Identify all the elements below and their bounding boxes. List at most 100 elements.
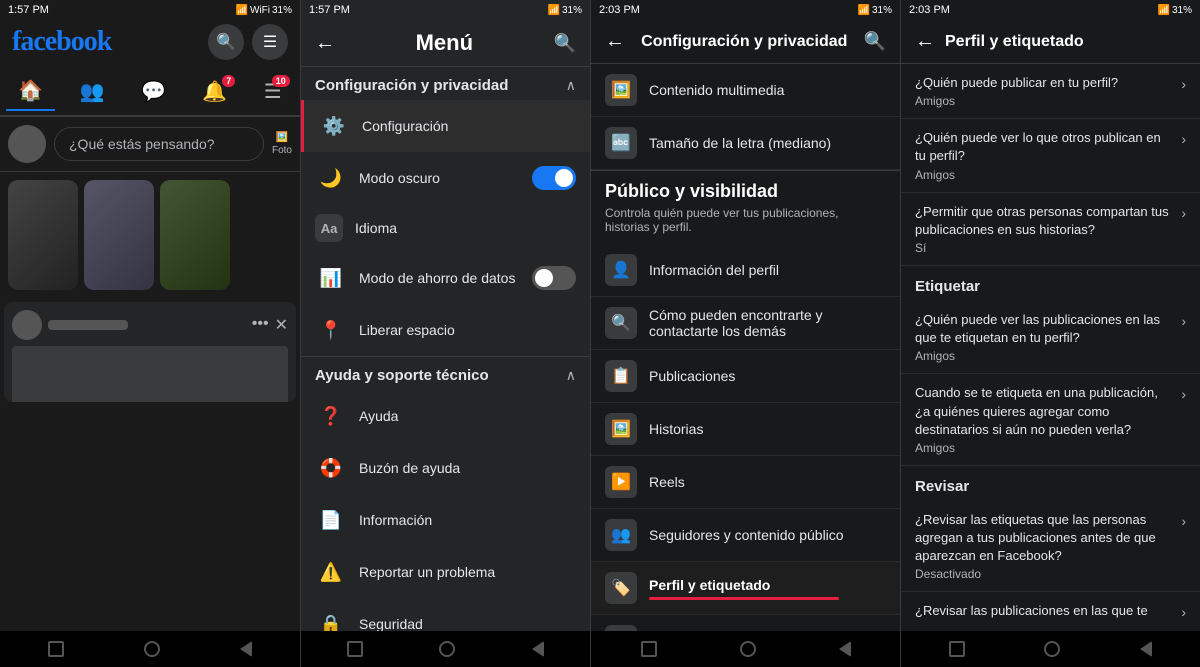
close-icon[interactable]: ✕ bbox=[275, 315, 288, 335]
perfil-etiquetado-title: Perfil y etiquetado bbox=[945, 33, 1084, 51]
menu-informacion[interactable]: 📄 Información bbox=[301, 494, 590, 546]
android-back-3[interactable] bbox=[641, 641, 657, 657]
item-seguidores[interactable]: 👥 Seguidores y contenido público bbox=[591, 509, 900, 562]
menu-ahorro-datos[interactable]: 📊 Modo de ahorro de datos bbox=[301, 252, 590, 304]
menu-idioma[interactable]: Aa Idioma bbox=[301, 204, 590, 252]
android-home-3[interactable] bbox=[740, 641, 756, 657]
menu-modo-oscuro[interactable]: 🌙 Modo oscuro bbox=[301, 152, 590, 204]
help-icon: ❓ bbox=[315, 400, 347, 432]
friends-icon: 👥 bbox=[80, 79, 105, 104]
time-3: 2:03 PM bbox=[599, 4, 640, 16]
android-home-4[interactable] bbox=[1044, 641, 1060, 657]
feed-name-placeholder bbox=[48, 320, 128, 330]
item-publicaciones[interactable]: 📋 Publicaciones bbox=[591, 350, 900, 403]
encontrar-label: Cómo pueden encontrarte y contactarte lo… bbox=[649, 307, 886, 339]
android-recent-4[interactable] bbox=[1140, 641, 1152, 657]
nav-friends[interactable]: 👥 bbox=[68, 73, 117, 110]
story-3[interactable] bbox=[160, 180, 230, 290]
photo-button[interactable]: 🖼️ Foto bbox=[272, 132, 292, 156]
menu-reportar[interactable]: ⚠️ Reportar un problema bbox=[301, 546, 590, 598]
status-icons-1: 📶 WiFi 31% bbox=[236, 5, 292, 16]
menu-configuracion[interactable]: ⚙️ Configuración bbox=[301, 100, 590, 152]
android-recent-2[interactable] bbox=[532, 641, 544, 657]
p4-item-quien-publicar[interactable]: ¿Quién puede publicar en tu perfil? Amig… bbox=[901, 64, 1200, 119]
feed-actions[interactable]: ••• ✕ bbox=[252, 315, 288, 335]
p4-item-quien-ver-otros[interactable]: ¿Quién puede ver lo que otros publican e… bbox=[901, 119, 1200, 192]
more-options-icon[interactable]: ••• bbox=[252, 315, 269, 335]
nav-messages[interactable]: 💬 bbox=[129, 73, 178, 110]
posts-icon: 📋 bbox=[605, 360, 637, 392]
post-input[interactable]: ¿Qué estás pensando? bbox=[54, 127, 264, 161]
p4-item-ver-etiquetas[interactable]: ¿Quién puede ver las publicaciones en la… bbox=[901, 301, 1200, 374]
menu-buzon[interactable]: 🛟 Buzón de ayuda bbox=[301, 442, 590, 494]
p4-item-content-1: ¿Quién puede publicar en tu perfil? Amig… bbox=[915, 74, 1173, 108]
search-button-2[interactable]: 🔍 bbox=[554, 33, 576, 54]
back-button-2[interactable]: ← bbox=[315, 32, 335, 55]
chevron-right-7: › bbox=[1181, 604, 1186, 620]
chevron-up-icon: ∧ bbox=[566, 77, 576, 94]
item-perfil-etiquetado[interactable]: 🏷️ Perfil y etiquetado bbox=[591, 562, 900, 615]
panel-menu: 1:57 PM 📶 31% ← Menú 🔍 Configuración y p… bbox=[300, 0, 590, 667]
p4-item-content-3: ¿Permitir que otras personas compartan t… bbox=[915, 203, 1173, 255]
data-saver-toggle[interactable] bbox=[532, 266, 576, 290]
android-back-4[interactable] bbox=[949, 641, 965, 657]
section-help-header[interactable]: Ayuda y soporte técnico ∧ bbox=[301, 357, 590, 390]
menu-liberar-espacio[interactable]: 📍 Liberar espacio bbox=[301, 304, 590, 356]
android-back-1[interactable] bbox=[48, 641, 64, 657]
section-config-header[interactable]: Configuración y privacidad ∧ bbox=[301, 67, 590, 100]
nav-home[interactable]: 🏠 bbox=[6, 72, 55, 111]
chevron-right-6: › bbox=[1181, 513, 1186, 529]
signal-icon-4: 📶 bbox=[1158, 5, 1170, 16]
item-encontrar[interactable]: 🔍 Cómo pueden encontrarte y contactarte … bbox=[591, 297, 900, 350]
p4-item-revisar-etiquetas[interactable]: ¿Revisar las etiquetas que las personas … bbox=[901, 501, 1200, 593]
multimedia-label: Contenido multimedia bbox=[649, 82, 886, 98]
nav-notifications[interactable]: 🔔 7 bbox=[190, 73, 239, 110]
menu-button[interactable]: ☰ bbox=[252, 24, 288, 60]
android-home-2[interactable] bbox=[439, 641, 455, 657]
p4-item-revisar-publicaciones[interactable]: ¿Revisar las publicaciones en las que te… bbox=[901, 592, 1200, 631]
item-bloqueos[interactable]: 🚫 Bloqueos bbox=[591, 615, 900, 631]
info-perfil-label: Información del perfil bbox=[649, 262, 886, 278]
header-icons: 🔍 ☰ bbox=[208, 24, 288, 60]
q-revisar-publicaciones: ¿Revisar las publicaciones en las que te bbox=[915, 602, 1173, 620]
menu-seguridad[interactable]: 🔒 Seguridad bbox=[301, 598, 590, 631]
seguidores-label: Seguidores y contenido público bbox=[649, 527, 886, 543]
menu-ayuda[interactable]: ❓ Ayuda bbox=[301, 390, 590, 442]
item-multimedia[interactable]: 🖼️ Contenido multimedia bbox=[591, 64, 900, 117]
search-button[interactable]: 🔍 bbox=[208, 24, 244, 60]
feed-post-header: ••• ✕ bbox=[12, 310, 288, 340]
android-recent-3[interactable] bbox=[839, 641, 851, 657]
story-2[interactable] bbox=[84, 180, 154, 290]
feed-post-1: ••• ✕ bbox=[4, 302, 296, 402]
back-button-3[interactable]: ← bbox=[605, 30, 625, 53]
status-bar-4: 2:03 PM 📶 31% bbox=[901, 0, 1200, 20]
p4-item-agregar-destinatarios[interactable]: Cuando se te etiqueta en una publicación… bbox=[901, 374, 1200, 466]
warning-icon: ⚠️ bbox=[315, 556, 347, 588]
feed-user bbox=[12, 310, 128, 340]
section-help: Ayuda y soporte técnico ∧ ❓ Ayuda 🛟 Buzó… bbox=[301, 357, 590, 631]
status-bar-3: 2:03 PM 📶 31% bbox=[591, 0, 900, 20]
stories-icon: 🖼️ bbox=[605, 413, 637, 445]
item-historias[interactable]: 🖼️ Historias bbox=[591, 403, 900, 456]
story-1[interactable] bbox=[8, 180, 78, 290]
p4-header: ← Perfil y etiquetado bbox=[901, 20, 1200, 64]
item-info-perfil[interactable]: 👤 Información del perfil bbox=[591, 244, 900, 297]
item-reels[interactable]: ▶️ Reels bbox=[591, 456, 900, 509]
nav-menu[interactable]: ☰ 10 bbox=[252, 73, 294, 110]
reportar-label: Reportar un problema bbox=[359, 564, 576, 580]
panel-config-privacidad: 2:03 PM 📶 31% ← Configuración y privacid… bbox=[590, 0, 900, 667]
inbox-icon: 🛟 bbox=[315, 452, 347, 484]
moon-icon: 🌙 bbox=[315, 162, 347, 194]
dark-mode-toggle[interactable] bbox=[532, 166, 576, 190]
back-button-4[interactable]: ← bbox=[915, 30, 935, 53]
perfil-etiquetado-label: Perfil y etiquetado bbox=[649, 577, 770, 593]
q-agregar-destinatarios: Cuando se te etiqueta en una publicación… bbox=[915, 384, 1173, 439]
android-recent-1[interactable] bbox=[240, 641, 252, 657]
p4-item-compartir-historias[interactable]: ¿Permitir que otras personas compartan t… bbox=[901, 193, 1200, 266]
item-font-size[interactable]: 🔤 Tamaño de la letra (mediano) bbox=[591, 117, 900, 170]
search-button-3[interactable]: 🔍 bbox=[864, 31, 886, 52]
android-home-1[interactable] bbox=[144, 641, 160, 657]
menu-scroll: Configuración y privacidad ∧ ⚙️ Configur… bbox=[301, 67, 590, 631]
section-help-title: Ayuda y soporte técnico bbox=[315, 367, 489, 384]
android-back-2[interactable] bbox=[347, 641, 363, 657]
